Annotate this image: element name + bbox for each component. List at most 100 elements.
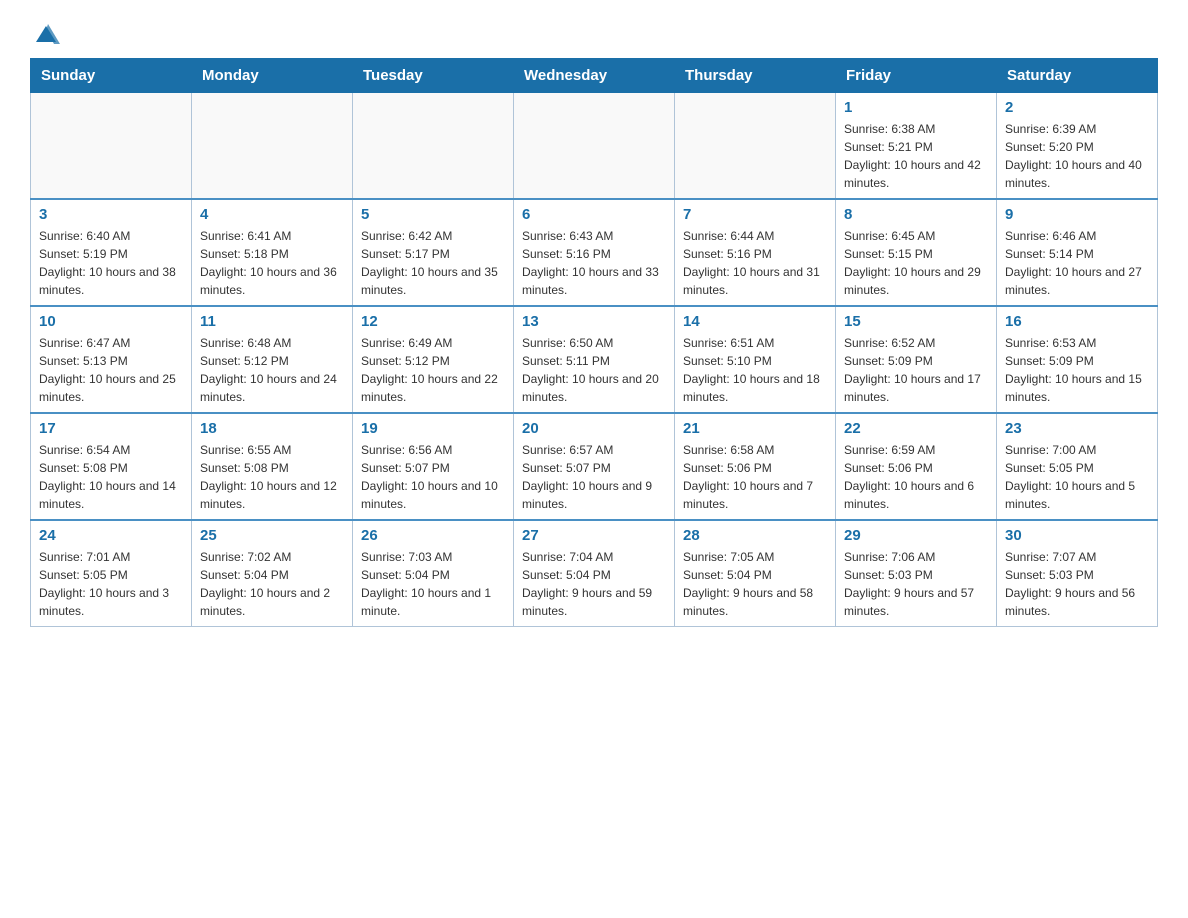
calendar-cell: 22 Sunrise: 6:59 AMSunset: 5:06 PMDayligh… [836, 413, 997, 520]
calendar-cell: 16 Sunrise: 6:53 AMSunset: 5:09 PMDayligh… [997, 306, 1158, 413]
day-number: 9 [1005, 206, 1149, 223]
calendar-cell: 24 Sunrise: 7:01 AMSunset: 5:05 PMDayligh… [31, 520, 192, 627]
day-number: 17 [39, 420, 183, 437]
day-info: Sunrise: 7:03 AMSunset: 5:04 PMDaylight:… [361, 548, 505, 620]
calendar-cell: 25 Sunrise: 7:02 AMSunset: 5:04 PMDayligh… [192, 520, 353, 627]
calendar-cell: 18Sunrise: 6:55 AMSunset: 5:08 PMDayligh… [192, 413, 353, 520]
calendar-cell: 27Sunrise: 7:04 AMSunset: 5:04 PMDayligh… [514, 520, 675, 627]
calendar-cell: 7 Sunrise: 6:44 AMSunset: 5:16 PMDaylight… [675, 199, 836, 306]
calendar-cell: 12 Sunrise: 6:49 AMSunset: 5:12 PMDayligh… [353, 306, 514, 413]
weekday-header-friday: Friday [836, 59, 997, 93]
weekday-header-thursday: Thursday [675, 59, 836, 93]
calendar-cell: 6Sunrise: 6:43 AMSunset: 5:16 PMDaylight… [514, 199, 675, 306]
day-info: Sunrise: 6:48 AMSunset: 5:12 PMDaylight:… [200, 334, 344, 406]
day-number: 5 [361, 206, 505, 223]
weekday-header-monday: Monday [192, 59, 353, 93]
calendar-cell: 19 Sunrise: 6:56 AMSunset: 5:07 PMDayligh… [353, 413, 514, 520]
weekday-header-tuesday: Tuesday [353, 59, 514, 93]
day-number: 16 [1005, 313, 1149, 330]
day-info: Sunrise: 6:42 AMSunset: 5:17 PMDaylight:… [361, 227, 505, 299]
logo [30, 20, 62, 48]
calendar-row-1: 3Sunrise: 6:40 AMSunset: 5:19 PMDaylight… [31, 199, 1158, 306]
calendar-cell: 11 Sunrise: 6:48 AMSunset: 5:12 PMDayligh… [192, 306, 353, 413]
calendar-cell [353, 93, 514, 200]
calendar-cell: 13Sunrise: 6:50 AMSunset: 5:11 PMDayligh… [514, 306, 675, 413]
day-info: Sunrise: 7:00 AMSunset: 5:05 PMDaylight:… [1005, 441, 1149, 513]
day-info: Sunrise: 6:44 AMSunset: 5:16 PMDaylight:… [683, 227, 827, 299]
weekday-header-wednesday: Wednesday [514, 59, 675, 93]
calendar-cell [31, 93, 192, 200]
calendar-cell: 17 Sunrise: 6:54 AMSunset: 5:08 PMDayligh… [31, 413, 192, 520]
day-number: 8 [844, 206, 988, 223]
weekday-header-saturday: Saturday [997, 59, 1158, 93]
day-number: 1 [844, 99, 988, 116]
calendar-cell: 29 Sunrise: 7:06 AMSunset: 5:03 PMDayligh… [836, 520, 997, 627]
day-info: Sunrise: 6:38 AMSunset: 5:21 PMDaylight:… [844, 120, 988, 192]
day-number: 23 [1005, 420, 1149, 437]
day-number: 7 [683, 206, 827, 223]
day-number: 25 [200, 527, 344, 544]
day-info: Sunrise: 6:39 AMSunset: 5:20 PMDaylight:… [1005, 120, 1149, 192]
day-info: Sunrise: 7:01 AMSunset: 5:05 PMDaylight:… [39, 548, 183, 620]
day-number: 3 [39, 206, 183, 223]
day-number: 20 [522, 420, 666, 437]
day-info: Sunrise: 6:49 AMSunset: 5:12 PMDaylight:… [361, 334, 505, 406]
calendar-cell: 15 Sunrise: 6:52 AMSunset: 5:09 PMDayligh… [836, 306, 997, 413]
day-number: 13 [522, 313, 666, 330]
day-info: Sunrise: 6:54 AMSunset: 5:08 PMDaylight:… [39, 441, 183, 513]
logo-icon [32, 20, 60, 48]
calendar-table: SundayMondayTuesdayWednesdayThursdayFrid… [30, 58, 1158, 627]
page-header [30, 20, 1158, 48]
day-info: Sunrise: 6:45 AMSunset: 5:15 PMDaylight:… [844, 227, 988, 299]
day-info: Sunrise: 6:56 AMSunset: 5:07 PMDaylight:… [361, 441, 505, 513]
day-number: 4 [200, 206, 344, 223]
calendar-cell [514, 93, 675, 200]
day-number: 29 [844, 527, 988, 544]
day-info: Sunrise: 6:46 AMSunset: 5:14 PMDaylight:… [1005, 227, 1149, 299]
calendar-cell: 9 Sunrise: 6:46 AMSunset: 5:14 PMDaylight… [997, 199, 1158, 306]
calendar-cell [675, 93, 836, 200]
day-info: Sunrise: 6:59 AMSunset: 5:06 PMDaylight:… [844, 441, 988, 513]
day-number: 18 [200, 420, 344, 437]
calendar-cell: 5 Sunrise: 6:42 AMSunset: 5:17 PMDaylight… [353, 199, 514, 306]
calendar-cell: 8 Sunrise: 6:45 AMSunset: 5:15 PMDaylight… [836, 199, 997, 306]
calendar-cell: 26 Sunrise: 7:03 AMSunset: 5:04 PMDayligh… [353, 520, 514, 627]
day-info: Sunrise: 6:47 AMSunset: 5:13 PMDaylight:… [39, 334, 183, 406]
day-number: 21 [683, 420, 827, 437]
day-number: 19 [361, 420, 505, 437]
day-info: Sunrise: 7:07 AMSunset: 5:03 PMDaylight:… [1005, 548, 1149, 620]
day-info: Sunrise: 6:57 AMSunset: 5:07 PMDaylight:… [522, 441, 666, 513]
calendar-row-0: 1 Sunrise: 6:38 AMSunset: 5:21 PMDaylight… [31, 93, 1158, 200]
day-info: Sunrise: 7:06 AMSunset: 5:03 PMDaylight:… [844, 548, 988, 620]
day-number: 15 [844, 313, 988, 330]
day-info: Sunrise: 6:52 AMSunset: 5:09 PMDaylight:… [844, 334, 988, 406]
calendar-cell [192, 93, 353, 200]
calendar-cell: 23 Sunrise: 7:00 AMSunset: 5:05 PMDayligh… [997, 413, 1158, 520]
day-info: Sunrise: 6:43 AMSunset: 5:16 PMDaylight:… [522, 227, 666, 299]
calendar-row-2: 10 Sunrise: 6:47 AMSunset: 5:13 PMDayligh… [31, 306, 1158, 413]
day-number: 24 [39, 527, 183, 544]
day-number: 10 [39, 313, 183, 330]
day-info: Sunrise: 6:51 AMSunset: 5:10 PMDaylight:… [683, 334, 827, 406]
day-info: Sunrise: 6:53 AMSunset: 5:09 PMDaylight:… [1005, 334, 1149, 406]
weekday-header-sunday: Sunday [31, 59, 192, 93]
day-number: 30 [1005, 527, 1149, 544]
calendar-cell: 10 Sunrise: 6:47 AMSunset: 5:13 PMDayligh… [31, 306, 192, 413]
day-number: 11 [200, 313, 344, 330]
day-info: Sunrise: 6:58 AMSunset: 5:06 PMDaylight:… [683, 441, 827, 513]
calendar-cell: 3Sunrise: 6:40 AMSunset: 5:19 PMDaylight… [31, 199, 192, 306]
day-info: Sunrise: 6:41 AMSunset: 5:18 PMDaylight:… [200, 227, 344, 299]
day-number: 22 [844, 420, 988, 437]
calendar-cell: 14 Sunrise: 6:51 AMSunset: 5:10 PMDayligh… [675, 306, 836, 413]
calendar-cell: 20 Sunrise: 6:57 AMSunset: 5:07 PMDayligh… [514, 413, 675, 520]
calendar-cell: 30 Sunrise: 7:07 AMSunset: 5:03 PMDayligh… [997, 520, 1158, 627]
day-number: 14 [683, 313, 827, 330]
calendar-row-4: 24 Sunrise: 7:01 AMSunset: 5:05 PMDayligh… [31, 520, 1158, 627]
day-number: 26 [361, 527, 505, 544]
calendar-row-3: 17 Sunrise: 6:54 AMSunset: 5:08 PMDayligh… [31, 413, 1158, 520]
calendar-cell: 2Sunrise: 6:39 AMSunset: 5:20 PMDaylight… [997, 93, 1158, 200]
day-info: Sunrise: 7:02 AMSunset: 5:04 PMDaylight:… [200, 548, 344, 620]
day-number: 12 [361, 313, 505, 330]
calendar-cell: 21 Sunrise: 6:58 AMSunset: 5:06 PMDayligh… [675, 413, 836, 520]
calendar-cell: 4 Sunrise: 6:41 AMSunset: 5:18 PMDaylight… [192, 199, 353, 306]
